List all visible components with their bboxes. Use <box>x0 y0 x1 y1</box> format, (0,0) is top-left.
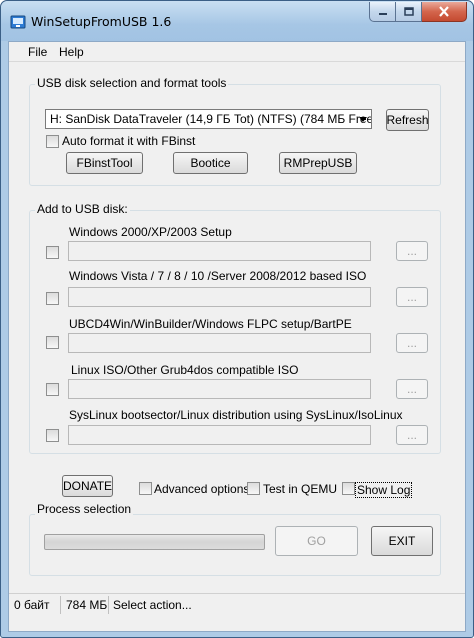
browse-button-ubcd[interactable]: ... <box>396 333 428 353</box>
source-path-ubcd[interactable] <box>68 333 371 353</box>
status-bar: 0 байт 784 МБ Select action... <box>9 593 465 615</box>
title-bar[interactable]: WinSetupFromUSB 1.6 <box>1 1 473 41</box>
source-label-winxp: Windows 2000/XP/2003 Setup <box>69 225 232 239</box>
browse-button-linux[interactable]: ... <box>396 379 428 399</box>
close-icon <box>439 6 449 17</box>
minimize-icon <box>378 12 387 15</box>
chevron-down-icon <box>359 117 367 122</box>
menu-bar: File Help <box>9 42 465 62</box>
status-message: Select action... <box>113 598 192 612</box>
advanced-options-label: Advanced options <box>154 482 250 496</box>
exit-button[interactable]: EXIT <box>371 526 433 556</box>
source-path-linux[interactable] <box>68 379 371 399</box>
status-separator <box>108 596 109 614</box>
status-free-space: 784 МБ <box>66 598 108 612</box>
caption-buttons <box>369 2 467 22</box>
menu-file[interactable]: File <box>28 45 47 59</box>
maximize-button[interactable] <box>396 2 422 22</box>
source-checkbox-winxp[interactable] <box>46 246 59 259</box>
go-button[interactable]: GO <box>275 526 358 556</box>
process-group-title: Process selection <box>35 502 134 516</box>
window-title: WinSetupFromUSB 1.6 <box>31 14 172 29</box>
show-log-label: Show Log <box>355 482 413 498</box>
add-to-usb-group-title: Add to USB disk: <box>35 202 130 216</box>
source-label-linux: Linux ISO/Other Grub4dos compatible ISO <box>71 363 299 377</box>
source-checkbox-vista[interactable] <box>46 292 59 305</box>
process-progress-bar <box>44 534 265 550</box>
source-label-syslinux: SysLinux bootsector/Linux distribution u… <box>69 408 403 422</box>
source-path-vista[interactable] <box>68 287 371 307</box>
source-checkbox-syslinux[interactable] <box>46 429 59 442</box>
source-checkbox-linux[interactable] <box>46 383 59 396</box>
client-area: File Help USB disk selection and format … <box>8 41 466 632</box>
refresh-button[interactable]: Refresh <box>386 109 429 131</box>
usb-tools-group-title: USB disk selection and format tools <box>35 76 229 90</box>
fbinsttool-button[interactable]: FBinstTool <box>66 152 143 174</box>
close-button[interactable] <box>422 2 467 22</box>
browse-button-winxp[interactable]: ... <box>396 241 428 261</box>
status-size: 0 байт <box>14 598 50 612</box>
menu-help[interactable]: Help <box>59 45 84 59</box>
browse-button-syslinux[interactable]: ... <box>396 425 428 445</box>
advanced-options-checkbox[interactable] <box>139 482 152 495</box>
app-window: WinSetupFromUSB 1.6 File Help USB disk s… <box>0 0 474 638</box>
source-label-ubcd: UBCD4Win/WinBuilder/Windows FLPC setup/B… <box>69 317 352 331</box>
source-path-syslinux[interactable] <box>68 425 371 445</box>
source-label-vista: Windows Vista / 7 / 8 / 10 /Server 2008/… <box>69 269 367 283</box>
minimize-button[interactable] <box>369 2 396 22</box>
browse-button-vista[interactable]: ... <box>396 287 428 307</box>
auto-format-label: Auto format it with FBinst <box>62 134 196 148</box>
source-checkbox-ubcd[interactable] <box>46 336 59 349</box>
test-qemu-checkbox[interactable] <box>247 482 260 495</box>
bootice-button[interactable]: Bootice <box>173 152 248 174</box>
usb-disk-selected-value: H: SanDisk DataTraveler (14,9 ГБ Tot) (N… <box>50 112 372 126</box>
test-qemu-label: Test in QEMU <box>263 482 338 496</box>
usb-app-icon <box>10 15 26 29</box>
status-separator <box>60 596 61 614</box>
usb-disk-select[interactable]: H: SanDisk DataTraveler (14,9 ГБ Tot) (N… <box>45 109 372 129</box>
maximize-icon <box>403 7 414 16</box>
auto-format-checkbox[interactable] <box>46 135 59 148</box>
donate-button[interactable]: DONATE <box>62 475 113 497</box>
rmprepusb-button[interactable]: RMPrepUSB <box>279 152 357 174</box>
source-path-winxp[interactable] <box>68 241 371 261</box>
show-log-checkbox[interactable] <box>342 482 355 495</box>
